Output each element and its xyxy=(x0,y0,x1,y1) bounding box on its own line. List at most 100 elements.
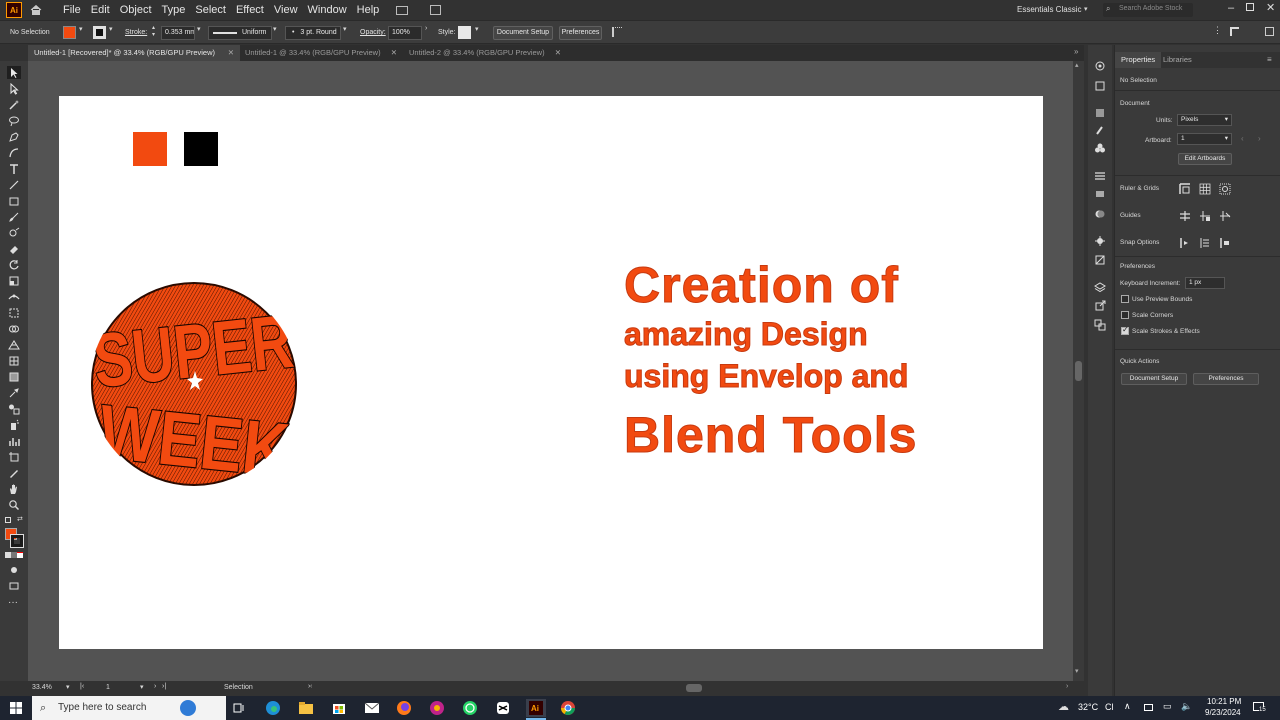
clock-time[interactable]: 10:21 PM xyxy=(1207,697,1241,706)
previous-artboard-arrow[interactable]: ‹ xyxy=(1241,134,1244,143)
horizontal-scroll-thumb[interactable] xyxy=(686,684,702,692)
scale-corners-checkbox[interactable] xyxy=(1121,311,1129,319)
units-dropdown[interactable]: Pixels ▾ xyxy=(1177,114,1232,126)
lock-guides-icon[interactable] xyxy=(1199,210,1211,222)
scale-tool-icon[interactable] xyxy=(7,274,21,287)
mesh-tool-icon[interactable] xyxy=(7,354,21,367)
black-color-square[interactable] xyxy=(184,132,218,166)
gradient-panel-icon[interactable] xyxy=(1093,188,1107,200)
rotate-tool-icon[interactable] xyxy=(7,258,21,271)
menu-select[interactable]: Select xyxy=(190,0,231,20)
close-button[interactable]: ✕ xyxy=(1266,0,1275,16)
workspace-switcher[interactable]: Essentials Classic xyxy=(1017,0,1081,20)
opacity-field[interactable]: 100% xyxy=(388,26,422,40)
column-graph-tool-icon[interactable] xyxy=(7,434,21,447)
hand-tool-icon[interactable] xyxy=(7,482,21,495)
perspective-grid-tool-icon[interactable] xyxy=(7,338,21,351)
free-transform-tool-icon[interactable] xyxy=(7,306,21,319)
use-preview-bounds-checkbox[interactable] xyxy=(1121,295,1129,303)
vertical-scroll-thumb[interactable] xyxy=(1075,361,1082,381)
stroke-panel-icon[interactable] xyxy=(1093,170,1107,182)
last-artboard-arrow[interactable]: ›| xyxy=(162,683,166,690)
menu-window[interactable]: Window xyxy=(303,0,352,20)
rectangle-tool-icon[interactable] xyxy=(7,194,21,207)
eraser-tool-icon[interactable] xyxy=(7,242,21,255)
transparency-panel-icon[interactable] xyxy=(1093,208,1107,220)
shaper-tool-icon[interactable] xyxy=(7,226,21,239)
type-tool-icon[interactable] xyxy=(7,162,21,175)
home-icon[interactable] xyxy=(28,2,44,18)
close-tab-icon[interactable]: ✕ xyxy=(555,45,561,61)
pen-tool-icon[interactable] xyxy=(7,130,21,143)
canvas-area[interactable]: SUPER WEEK Creation of amazing Design us… xyxy=(28,61,1073,681)
tabs-overflow-icon[interactable]: » xyxy=(1074,47,1078,56)
magic-wand-tool-icon[interactable] xyxy=(7,98,21,111)
symbols-icon[interactable] xyxy=(1093,142,1107,154)
chrome-icon[interactable] xyxy=(559,699,577,717)
panel-collapse-icon[interactable] xyxy=(1265,27,1274,36)
preferences-button[interactable]: Preferences xyxy=(559,26,602,40)
show-hidden-icons[interactable]: ∧ xyxy=(1124,701,1131,712)
snap-to-point-icon[interactable] xyxy=(1179,237,1191,249)
brush-definition[interactable]: • 3 pt. Round xyxy=(285,26,341,40)
battery-icon[interactable] xyxy=(1144,704,1153,711)
scroll-right-arrow[interactable]: › xyxy=(1066,683,1068,690)
artboard-number[interactable]: 1 xyxy=(106,684,110,691)
tab-untitled-2[interactable]: Untitled-2 @ 33.4% (RGB/GPU Preview) ✕ xyxy=(403,45,567,61)
whatsapp-icon[interactable] xyxy=(461,699,479,717)
graphic-styles-icon[interactable] xyxy=(1093,254,1107,266)
file-explorer-icon[interactable] xyxy=(297,699,315,717)
tab-properties[interactable]: Properties xyxy=(1115,52,1162,68)
windows-start-icon[interactable] xyxy=(7,699,25,717)
panel-menu-icon[interactable]: ⋮ xyxy=(1213,25,1222,36)
line-segment-tool-icon[interactable] xyxy=(7,178,21,191)
brushes-icon[interactable] xyxy=(1093,124,1107,136)
zoom-level[interactable]: 33.4% xyxy=(32,684,52,691)
restore-button[interactable] xyxy=(1246,3,1254,11)
menu-object[interactable]: Object xyxy=(115,0,157,20)
taskbar-search-box[interactable]: ⌕ Type here to search xyxy=(32,696,226,720)
scroll-up-arrow[interactable]: ▴ xyxy=(1075,61,1079,69)
selection-tool-icon[interactable] xyxy=(7,66,21,79)
color-picker-app-icon[interactable] xyxy=(428,699,446,717)
chevron-right-icon[interactable]: › xyxy=(425,25,427,32)
variable-width-profile[interactable]: Uniform xyxy=(208,26,272,40)
none-mode-icon[interactable] xyxy=(17,552,23,558)
tab-untitled-1[interactable]: Untitled-1 @ 33.4% (RGB/GPU Preview) ✕ xyxy=(239,45,403,61)
default-colors-icon[interactable] xyxy=(5,517,11,523)
microsoft-store-icon[interactable] xyxy=(330,699,348,717)
curvature-tool-icon[interactable] xyxy=(7,146,21,159)
edit-toolbar-icon[interactable]: ··· xyxy=(8,597,18,608)
gpu-performance-icon[interactable] xyxy=(430,5,442,15)
super-week-logo[interactable]: SUPER WEEK xyxy=(89,279,299,489)
minimize-button[interactable]: – xyxy=(1228,0,1234,16)
orange-color-square[interactable] xyxy=(133,132,167,166)
appearance-panel-icon[interactable] xyxy=(1093,235,1107,247)
capcut-icon[interactable] xyxy=(494,699,512,717)
blend-tool-icon[interactable] xyxy=(7,402,21,415)
keyboard-increment-field[interactable]: 1 px xyxy=(1185,277,1225,289)
swap-colors-icon[interactable]: ⇄ xyxy=(17,515,23,523)
menu-effect[interactable]: Effect xyxy=(231,0,269,20)
menu-type[interactable]: Type xyxy=(157,0,191,20)
tab-libraries[interactable]: Libraries xyxy=(1157,52,1198,68)
grid-icon[interactable] xyxy=(1199,183,1211,195)
scroll-down-arrow[interactable]: ▾ xyxy=(1075,667,1079,675)
smart-guides-icon[interactable] xyxy=(1219,210,1231,222)
screen-mode-icon[interactable] xyxy=(7,579,21,592)
panel-menu-icon[interactable]: ≡ xyxy=(1267,55,1272,64)
gradient-tool-icon[interactable] xyxy=(7,370,21,383)
zoom-tool-icon[interactable] xyxy=(7,498,21,511)
current-tool-status[interactable]: Selection xyxy=(224,684,253,691)
document-setup-button[interactable]: Document Setup xyxy=(1121,373,1187,385)
weather-condition[interactable]: Cl xyxy=(1105,702,1114,712)
close-tab-icon[interactable]: ✕ xyxy=(228,45,234,61)
artboard[interactable]: SUPER WEEK Creation of amazing Design us… xyxy=(59,96,1043,649)
image-trace-icon[interactable] xyxy=(1093,107,1107,119)
snap-to-grid-icon[interactable] xyxy=(1199,237,1211,249)
next-artboard-arrow[interactable]: › xyxy=(1258,134,1261,143)
illustrator-taskbar-icon[interactable]: Ai xyxy=(526,699,546,717)
stroke-swatch[interactable] xyxy=(93,26,106,39)
artboard-dropdown[interactable]: 1 ▾ xyxy=(1177,133,1232,145)
next-artboard-arrow[interactable]: › xyxy=(154,683,156,690)
